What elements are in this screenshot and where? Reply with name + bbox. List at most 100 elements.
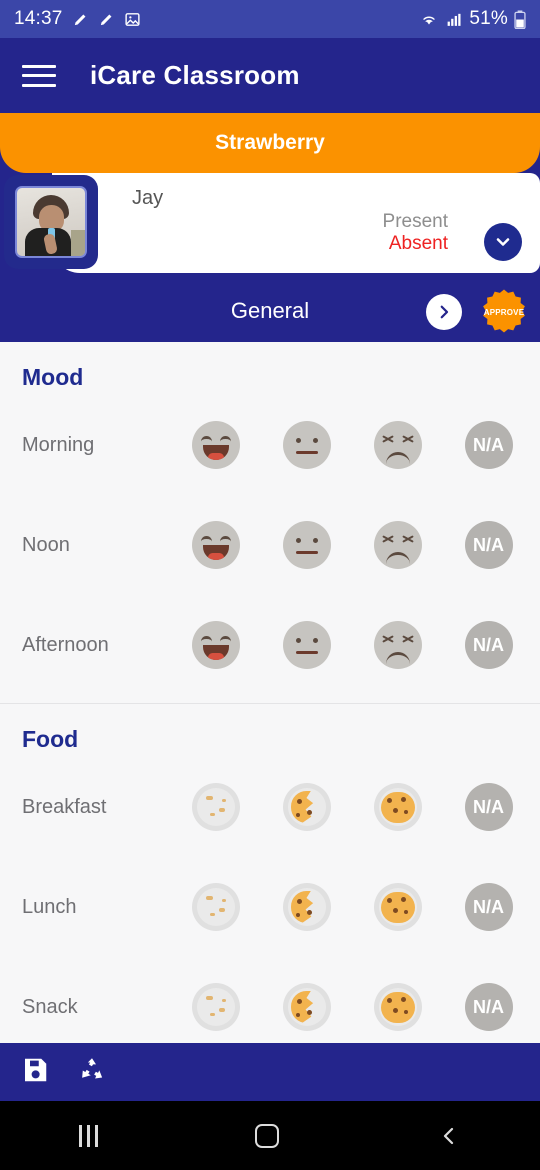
back-icon[interactable] bbox=[437, 1124, 461, 1148]
image-icon bbox=[124, 11, 141, 28]
status-bar-right: 51% bbox=[419, 8, 526, 30]
half-cookie-icon bbox=[282, 983, 331, 1031]
mood-option-neutral[interactable] bbox=[261, 621, 352, 669]
mood-options: N/A bbox=[170, 421, 540, 469]
sad-face-icon bbox=[373, 421, 422, 469]
empty-plate-icon bbox=[191, 883, 240, 931]
half-cookie-icon bbox=[282, 883, 331, 931]
status-bar: 14:37 51% bbox=[0, 0, 540, 38]
empty-plate-icon bbox=[191, 783, 240, 831]
food-option-none[interactable] bbox=[170, 883, 261, 931]
food-option-half[interactable] bbox=[261, 783, 352, 831]
battery-percent: 51% bbox=[469, 8, 508, 29]
food-row-snack: Snack N/A bbox=[0, 957, 540, 1057]
food-option-none[interactable] bbox=[170, 783, 261, 831]
mood-row-afternoon: Afternoon N/A bbox=[0, 595, 540, 695]
food-option-na[interactable]: N/A bbox=[443, 983, 534, 1031]
tab-bar: General APPROVE bbox=[0, 280, 540, 342]
full-cookie-icon bbox=[373, 983, 422, 1031]
pencil-icon bbox=[98, 11, 115, 28]
mood-row-morning: Morning N/A bbox=[0, 395, 540, 495]
food-row-lunch: Lunch N/A bbox=[0, 857, 540, 957]
app-bar: iCare Classroom bbox=[0, 38, 540, 113]
chevron-down-icon bbox=[496, 238, 510, 246]
happy-face-icon bbox=[191, 421, 240, 469]
na-badge: N/A bbox=[464, 521, 513, 569]
pencil-icon bbox=[72, 11, 89, 28]
sad-face-icon bbox=[373, 521, 422, 569]
refresh-recycle-icon bbox=[82, 1057, 103, 1079]
content-area: Mood Morning N/A Noon N/A Afternoon N/A … bbox=[0, 342, 540, 1065]
happy-face-icon bbox=[191, 621, 240, 669]
row-label: Breakfast bbox=[22, 795, 107, 818]
class-name: Strawberry bbox=[215, 131, 325, 154]
class-banner-wrapper: Strawberry bbox=[0, 113, 540, 173]
attendance-absent-label[interactable]: Absent bbox=[383, 233, 448, 255]
food-option-half[interactable] bbox=[261, 983, 352, 1031]
mood-option-na[interactable]: N/A bbox=[443, 621, 534, 669]
app-screen: 14:37 51% iCare Classroom Strawberry Jay… bbox=[0, 0, 540, 1170]
mood-option-happy[interactable] bbox=[170, 421, 261, 469]
attendance-present-label[interactable]: Present bbox=[383, 211, 448, 233]
mood-option-sad[interactable] bbox=[352, 521, 443, 569]
row-label: Noon bbox=[22, 533, 70, 556]
avatar[interactable] bbox=[4, 175, 98, 269]
full-cookie-icon bbox=[373, 783, 422, 831]
row-label: Lunch bbox=[22, 895, 77, 918]
mood-option-na[interactable]: N/A bbox=[443, 521, 534, 569]
mood-option-neutral[interactable] bbox=[261, 521, 352, 569]
food-option-full[interactable] bbox=[352, 783, 443, 831]
student-photo bbox=[15, 186, 87, 258]
na-badge: N/A bbox=[464, 883, 513, 931]
student-area: Jay Present Absent bbox=[0, 173, 540, 280]
bottom-action-bar bbox=[0, 1043, 540, 1101]
mood-options: N/A bbox=[170, 521, 540, 569]
mood-option-sad[interactable] bbox=[352, 421, 443, 469]
section-food: Food Breakfast N/A Lunch N/A Snack N/A bbox=[0, 703, 540, 1065]
class-banner[interactable]: Strawberry bbox=[0, 113, 540, 173]
next-button[interactable] bbox=[426, 294, 462, 330]
mood-row-noon: Noon N/A bbox=[0, 495, 540, 595]
section-title-mood: Mood bbox=[22, 364, 84, 390]
tab-general[interactable]: General bbox=[231, 298, 309, 324]
approve-label: APPROVE bbox=[483, 307, 525, 317]
chevron-right-icon bbox=[440, 305, 449, 319]
food-option-half[interactable] bbox=[261, 883, 352, 931]
neutral-face-icon bbox=[282, 521, 331, 569]
mood-option-happy[interactable] bbox=[170, 621, 261, 669]
mood-option-neutral[interactable] bbox=[261, 421, 352, 469]
student-name: Jay bbox=[132, 187, 164, 209]
mood-option-happy[interactable] bbox=[170, 521, 261, 569]
neutral-face-icon bbox=[282, 621, 331, 669]
section-mood: Mood Morning N/A Noon N/A Afternoon N/A bbox=[0, 342, 540, 703]
signal-icon bbox=[445, 11, 463, 28]
refresh-button[interactable] bbox=[76, 1054, 108, 1091]
neutral-face-icon bbox=[282, 421, 331, 469]
mood-option-na[interactable]: N/A bbox=[443, 421, 534, 469]
food-options: N/A bbox=[170, 783, 540, 831]
hamburger-menu-icon[interactable] bbox=[22, 64, 56, 87]
student-expand-button[interactable] bbox=[484, 223, 522, 261]
app-title: iCare Classroom bbox=[90, 60, 300, 90]
student-card[interactable]: Jay Present Absent bbox=[52, 173, 540, 273]
battery-icon bbox=[514, 9, 526, 29]
food-option-na[interactable]: N/A bbox=[443, 883, 534, 931]
happy-face-icon bbox=[191, 521, 240, 569]
na-badge: N/A bbox=[464, 621, 513, 669]
approve-button[interactable]: APPROVE bbox=[480, 288, 528, 336]
full-cookie-icon bbox=[373, 883, 422, 931]
wifi-icon bbox=[419, 11, 439, 28]
mood-options: N/A bbox=[170, 621, 540, 669]
empty-plate-icon bbox=[191, 983, 240, 1031]
recents-icon[interactable] bbox=[78, 1124, 98, 1147]
food-option-full[interactable] bbox=[352, 883, 443, 931]
na-badge: N/A bbox=[464, 421, 513, 469]
food-option-none[interactable] bbox=[170, 983, 261, 1031]
food-option-na[interactable]: N/A bbox=[443, 783, 534, 831]
food-option-full[interactable] bbox=[352, 983, 443, 1031]
mood-option-sad[interactable] bbox=[352, 621, 443, 669]
save-button[interactable] bbox=[20, 1055, 50, 1090]
sad-face-icon bbox=[373, 621, 422, 669]
attendance-status[interactable]: Present Absent bbox=[383, 211, 448, 256]
home-icon[interactable] bbox=[255, 1123, 280, 1148]
